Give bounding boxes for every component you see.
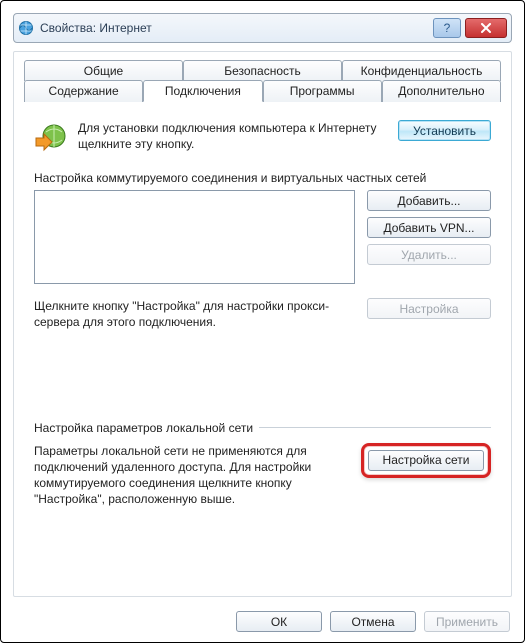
dialog-body: Общие Безопасность Конфиденциальность Со… <box>13 51 512 597</box>
tab-content[interactable]: Содержание <box>24 80 143 102</box>
window-title: Свойства: Интернет <box>40 21 429 35</box>
add-vpn-button[interactable]: Добавить VPN... <box>367 217 491 238</box>
globe-wizard-icon <box>34 120 68 154</box>
dialog-footer: ОК Отмена Применить <box>236 611 510 632</box>
tab-strip: Общие Безопасность Конфиденциальность Со… <box>24 60 501 106</box>
tab-connections[interactable]: Подключения <box>143 80 262 102</box>
divider <box>259 427 491 428</box>
help-button[interactable]: ? <box>433 18 461 38</box>
connections-listbox[interactable] <box>34 190 355 284</box>
lan-group-label: Настройка параметров локальной сети <box>34 421 253 435</box>
proxy-hint-text: Щелкните кнопку "Настройка" для настройк… <box>34 298 355 330</box>
lan-settings-button[interactable]: Настройка сети <box>368 450 484 471</box>
highlight-annotation: Настройка сети <box>361 443 491 478</box>
close-button[interactable] <box>465 18 507 38</box>
dialup-group-label: Настройка коммутируемого соединения и ви… <box>34 170 491 186</box>
tab-panel-connections: Для установки подключения компьютера к И… <box>24 106 501 517</box>
remove-connection-button: Удалить... <box>367 244 491 265</box>
connection-settings-button: Настройка <box>367 298 491 319</box>
apply-button: Применить <box>424 611 510 632</box>
tab-privacy[interactable]: Конфиденциальность <box>342 60 501 81</box>
tab-programs[interactable]: Программы <box>263 80 382 102</box>
setup-text: Для установки подключения компьютера к И… <box>78 120 388 152</box>
ok-button[interactable]: ОК <box>236 611 322 632</box>
setup-button[interactable]: Установить <box>398 120 491 141</box>
add-connection-button[interactable]: Добавить... <box>367 190 491 211</box>
internet-options-icon <box>18 20 34 36</box>
tab-advanced[interactable]: Дополнительно <box>382 80 501 102</box>
dialog-window: Свойства: Интернет ? Общие Безопасность … <box>0 0 525 643</box>
titlebar: Свойства: Интернет ? <box>13 13 512 43</box>
tab-general[interactable]: Общие <box>24 60 183 81</box>
tab-security[interactable]: Безопасность <box>183 60 342 81</box>
cancel-button[interactable]: Отмена <box>330 611 416 632</box>
lan-description: Параметры локальной сети не применяются … <box>34 443 349 508</box>
